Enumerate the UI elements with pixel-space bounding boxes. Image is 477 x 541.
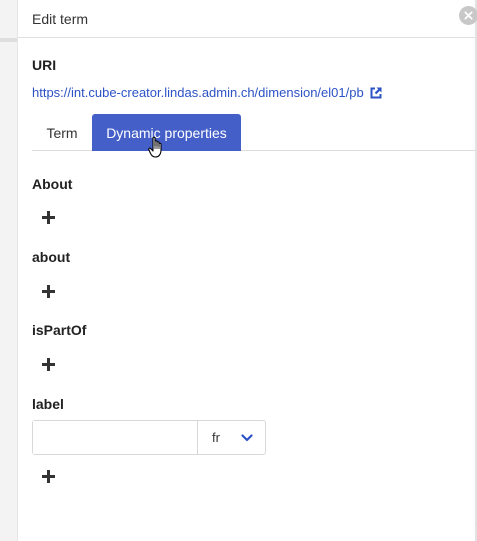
panel-title: Edit term [32, 10, 89, 27]
uri-value: https://int.cube-creator.lindas.admin.ch… [32, 85, 364, 100]
add-label-button[interactable] [40, 467, 58, 485]
language-select[interactable]: fr [198, 421, 265, 454]
add-about-lowercase-button[interactable] [40, 282, 58, 300]
uri-label: URI [32, 57, 57, 73]
hand-pointer-icon [148, 136, 162, 158]
background-app-edge [0, 0, 17, 541]
label-text-input[interactable] [33, 421, 198, 454]
panel-header: Edit term [18, 0, 477, 38]
property-label-isPartOf: isPartOf [32, 322, 87, 338]
property-label-About: About [32, 176, 73, 192]
property-label-label: label [32, 396, 64, 412]
add-ispartof-button[interactable] [40, 355, 58, 373]
add-about-button[interactable] [40, 208, 58, 226]
close-button[interactable] [459, 6, 477, 25]
chevron-down-icon [241, 433, 253, 441]
uri-link[interactable]: https://int.cube-creator.lindas.admin.ch… [32, 85, 383, 100]
tab-term[interactable]: Term [32, 114, 92, 151]
external-link-icon [370, 86, 382, 98]
language-value: fr [212, 430, 220, 445]
tab-bar: Term Dynamic properties [32, 114, 476, 151]
close-icon [464, 11, 473, 20]
property-label-about: about [32, 249, 71, 265]
edit-term-panel: Edit term URI https://int.cube-creator.l… [17, 0, 477, 541]
label-field-group: fr [32, 420, 266, 455]
